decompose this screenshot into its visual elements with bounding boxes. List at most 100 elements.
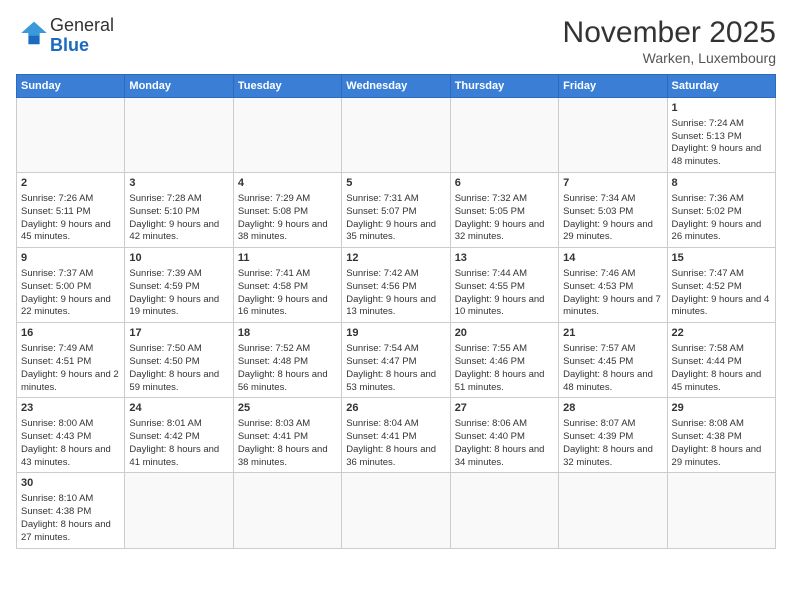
logo-text: General Blue — [50, 16, 114, 56]
calendar-cell: 23 Sunrise: 8:00 AM Sunset: 4:43 PM Dayli… — [17, 398, 125, 473]
day-number: 25 — [238, 401, 337, 416]
header: General Blue November 2025 Warken, Luxem… — [16, 16, 776, 66]
day-info: Sunrise: 7:54 AM Sunset: 4:47 PM Dayligh… — [346, 343, 438, 392]
calendar-cell: 7Sunrise: 7:34 AM Sunset: 5:03 PM Daylig… — [559, 173, 667, 248]
week-row-5: 23 Sunrise: 8:00 AM Sunset: 4:43 PM Dayli… — [17, 398, 776, 473]
calendar-cell — [17, 98, 125, 173]
month-title: November 2025 — [563, 16, 776, 50]
calendar-cell: 22 Sunrise: 7:58 AM Sunset: 4:44 PM Dayli… — [667, 323, 775, 398]
location: Warken, Luxembourg — [563, 50, 776, 66]
day-info: Sunrise: 7:47 AM Sunset: 4:52 PM Dayligh… — [672, 268, 772, 317]
day-info: Sunrise: 8:03 AM Sunset: 4:41 PM Dayligh… — [238, 418, 330, 467]
weekday-header-row: SundayMondayTuesdayWednesdayThursdayFrid… — [17, 75, 776, 98]
day-info: Sunrise: 7:46 AM Sunset: 4:53 PM Dayligh… — [563, 268, 663, 317]
calendar-cell: 8 Sunrise: 7:36 AM Sunset: 5:02 PM Daylig… — [667, 173, 775, 248]
calendar-cell: 12Sunrise: 7:42 AM Sunset: 4:56 PM Dayli… — [342, 248, 450, 323]
day-number: 4 — [238, 176, 337, 191]
calendar-header: SundayMondayTuesdayWednesdayThursdayFrid… — [17, 75, 776, 98]
logo-general: General — [50, 16, 114, 36]
day-info: Sunrise: 7:39 AM Sunset: 4:59 PM Dayligh… — [129, 268, 221, 317]
day-number: 8 — [672, 176, 771, 191]
calendar-cell: 16 Sunrise: 7:49 AM Sunset: 4:51 PM Dayli… — [17, 323, 125, 398]
weekday-wednesday: Wednesday — [342, 75, 450, 98]
day-number: 30 — [21, 476, 120, 491]
calendar-cell — [125, 473, 233, 548]
title-block: November 2025 Warken, Luxembourg — [563, 16, 776, 66]
day-number: 13 — [455, 251, 554, 266]
calendar-cell: 14 Sunrise: 7:46 AM Sunset: 4:53 PM Dayli… — [559, 248, 667, 323]
day-info: Sunrise: 7:36 AM Sunset: 5:02 PM Dayligh… — [672, 193, 764, 242]
calendar-cell — [233, 473, 341, 548]
day-info: Sunrise: 7:58 AM Sunset: 4:44 PM Dayligh… — [672, 343, 764, 392]
day-number: 14 — [563, 251, 662, 266]
calendar-body: 1 Sunrise: 7:24 AM Sunset: 5:13 PM Daylig… — [17, 98, 776, 549]
day-info: Sunrise: 8:04 AM Sunset: 4:41 PM Dayligh… — [346, 418, 438, 467]
calendar-cell — [450, 98, 558, 173]
calendar-cell: 19 Sunrise: 7:54 AM Sunset: 4:47 PM Dayli… — [342, 323, 450, 398]
calendar-cell: 20 Sunrise: 7:55 AM Sunset: 4:46 PM Dayli… — [450, 323, 558, 398]
day-info: Sunrise: 7:50 AM Sunset: 4:50 PM Dayligh… — [129, 343, 221, 392]
calendar-cell: 2 Sunrise: 7:26 AM Sunset: 5:11 PM Daylig… — [17, 173, 125, 248]
week-row-1: 1 Sunrise: 7:24 AM Sunset: 5:13 PM Daylig… — [17, 98, 776, 173]
day-info: Sunrise: 7:49 AM Sunset: 4:51 PM Dayligh… — [21, 343, 121, 392]
calendar-cell — [125, 98, 233, 173]
week-row-4: 16 Sunrise: 7:49 AM Sunset: 4:51 PM Dayli… — [17, 323, 776, 398]
week-row-2: 2 Sunrise: 7:26 AM Sunset: 5:11 PM Daylig… — [17, 173, 776, 248]
day-number: 10 — [129, 251, 228, 266]
day-info: Sunrise: 7:24 AM Sunset: 5:13 PM Dayligh… — [672, 118, 764, 167]
day-number: 27 — [455, 401, 554, 416]
day-info: Sunrise: 7:55 AM Sunset: 4:46 PM Dayligh… — [455, 343, 547, 392]
day-number: 19 — [346, 326, 445, 341]
weekday-sunday: Sunday — [17, 75, 125, 98]
day-number: 3 — [129, 176, 228, 191]
calendar-cell: 29 Sunrise: 8:08 AM Sunset: 4:38 PM Dayli… — [667, 398, 775, 473]
calendar-cell: 15 Sunrise: 7:47 AM Sunset: 4:52 PM Dayli… — [667, 248, 775, 323]
calendar-cell: 10 Sunrise: 7:39 AM Sunset: 4:59 PM Dayli… — [125, 248, 233, 323]
calendar-cell — [233, 98, 341, 173]
day-number: 28 — [563, 401, 662, 416]
day-info: Sunrise: 8:08 AM Sunset: 4:38 PM Dayligh… — [672, 418, 764, 467]
weekday-saturday: Saturday — [667, 75, 775, 98]
day-number: 22 — [672, 326, 771, 341]
day-number: 20 — [455, 326, 554, 341]
day-number: 5 — [346, 176, 445, 191]
calendar-cell: 6 Sunrise: 7:32 AM Sunset: 5:05 PM Daylig… — [450, 173, 558, 248]
calendar-cell: 27 Sunrise: 8:06 AM Sunset: 4:40 PM Dayli… — [450, 398, 558, 473]
calendar-cell: 30Sunrise: 8:10 AM Sunset: 4:38 PM Dayli… — [17, 473, 125, 548]
day-number: 23 — [21, 401, 120, 416]
day-info: Sunrise: 7:29 AM Sunset: 5:08 PM Dayligh… — [238, 193, 330, 242]
day-info: Sunrise: 7:28 AM Sunset: 5:10 PM Dayligh… — [129, 193, 221, 242]
day-info: Sunrise: 7:52 AM Sunset: 4:48 PM Dayligh… — [238, 343, 330, 392]
day-number: 6 — [455, 176, 554, 191]
calendar-cell: 25 Sunrise: 8:03 AM Sunset: 4:41 PM Dayli… — [233, 398, 341, 473]
weekday-friday: Friday — [559, 75, 667, 98]
day-number: 11 — [238, 251, 337, 266]
calendar-cell: 24 Sunrise: 8:01 AM Sunset: 4:42 PM Dayli… — [125, 398, 233, 473]
day-info: Sunrise: 7:34 AM Sunset: 5:03 PM Dayligh… — [563, 193, 655, 242]
day-info: Sunrise: 8:00 AM Sunset: 4:43 PM Dayligh… — [21, 418, 113, 467]
day-number: 29 — [672, 401, 771, 416]
logo: General Blue — [16, 16, 114, 56]
weekday-monday: Monday — [125, 75, 233, 98]
day-info: Sunrise: 7:42 AM Sunset: 4:56 PM Dayligh… — [346, 268, 438, 317]
day-number: 2 — [21, 176, 120, 191]
day-info: Sunrise: 8:01 AM Sunset: 4:42 PM Dayligh… — [129, 418, 221, 467]
weekday-tuesday: Tuesday — [233, 75, 341, 98]
day-number: 15 — [672, 251, 771, 266]
logo-icon — [20, 19, 48, 47]
calendar-cell: 9Sunrise: 7:37 AM Sunset: 5:00 PM Daylig… — [17, 248, 125, 323]
day-info: Sunrise: 7:26 AM Sunset: 5:11 PM Dayligh… — [21, 193, 113, 242]
day-number: 1 — [672, 101, 771, 116]
logo-blue: Blue — [50, 36, 114, 56]
day-number: 16 — [21, 326, 120, 341]
day-number: 9 — [21, 251, 120, 266]
calendar-cell — [559, 473, 667, 548]
page: General Blue November 2025 Warken, Luxem… — [0, 0, 792, 612]
calendar-cell: 21Sunrise: 7:57 AM Sunset: 4:45 PM Dayli… — [559, 323, 667, 398]
day-info: Sunrise: 8:06 AM Sunset: 4:40 PM Dayligh… — [455, 418, 547, 467]
calendar-cell: 26Sunrise: 8:04 AM Sunset: 4:41 PM Dayli… — [342, 398, 450, 473]
day-info: Sunrise: 7:32 AM Sunset: 5:05 PM Dayligh… — [455, 193, 547, 242]
calendar-cell: 11Sunrise: 7:41 AM Sunset: 4:58 PM Dayli… — [233, 248, 341, 323]
day-number: 24 — [129, 401, 228, 416]
weekday-thursday: Thursday — [450, 75, 558, 98]
